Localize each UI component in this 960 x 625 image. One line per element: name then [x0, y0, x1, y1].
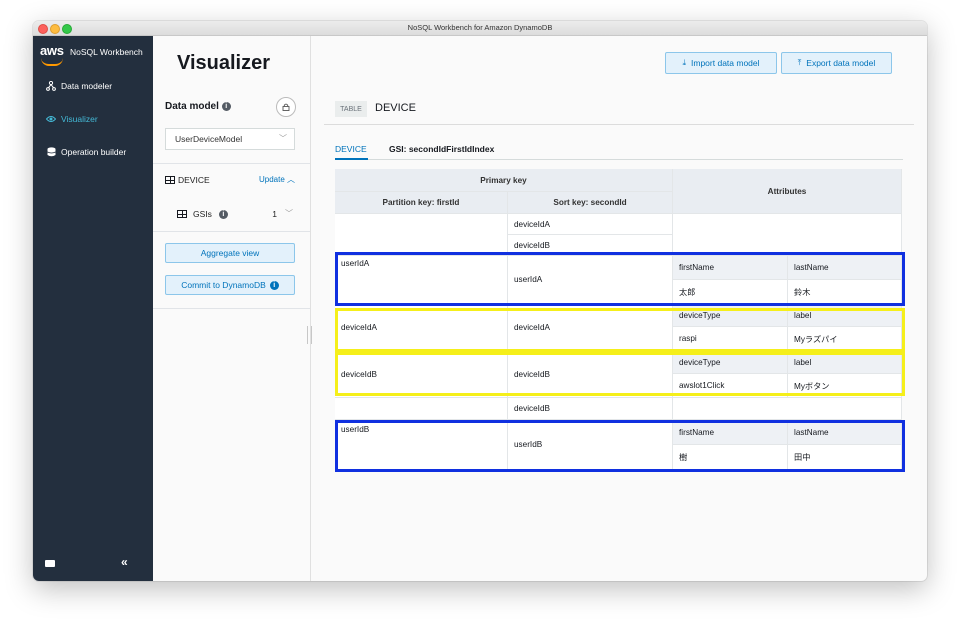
sort-cell: deviceIdB: [508, 351, 673, 398]
selected-model: UserDeviceModel: [175, 134, 243, 144]
sort-cell: deviceIdB: [508, 235, 673, 256]
export-label: Export data model: [806, 58, 876, 68]
nav-item-operation-builder[interactable]: Operation builder: [46, 147, 126, 157]
attribute-name: deviceType: [673, 351, 788, 374]
info-icon: i: [269, 280, 279, 290]
page-title: Visualizer: [177, 52, 271, 74]
data-model-heading: Data model i: [165, 101, 231, 112]
gsis-info-icon[interactable]: i: [218, 209, 228, 219]
attribute-value: 田中: [788, 445, 902, 470]
export-icon: ⤒: [797, 58, 802, 67]
partition-cell: userIdB: [335, 420, 508, 470]
gsis-count: 1: [272, 209, 277, 219]
attribute-name: lastName: [788, 256, 902, 280]
header-divider: [324, 124, 914, 125]
attribute-name: lastName: [788, 420, 902, 445]
import-data-model-button[interactable]: ⤓ Import data model: [665, 52, 777, 74]
attribute-value: raspi: [673, 327, 788, 351]
nav-item-data-modeler[interactable]: Data modeler: [46, 81, 112, 91]
attribute-value: 鈴木: [788, 280, 902, 304]
partition-cell: [335, 398, 508, 420]
aws-smile-icon: [41, 58, 63, 66]
data-model-label: Data model: [165, 101, 219, 112]
tab-gsi-secondidfirstidindex[interactable]: GSI: secondIdFirstIdIndex: [389, 144, 494, 154]
attributes-header: Attributes: [673, 169, 902, 214]
gsi-table-icon: [177, 210, 187, 218]
sort-cell: userIdA: [508, 256, 673, 304]
data-model-select[interactable]: UserDeviceModel ﹀: [165, 128, 295, 150]
table-item-device[interactable]: DEVICE Update ︿: [165, 173, 295, 187]
update-link[interactable]: Update ︿: [259, 174, 295, 185]
nav-label: Data modeler: [61, 81, 113, 91]
commit-to-dynamodb-button[interactable]: Commit to DynamoDB i: [165, 275, 295, 295]
nav-label: Operation builder: [61, 147, 127, 157]
active-tab-indicator: [335, 158, 368, 160]
attribute-value: Myボタン: [788, 374, 902, 398]
tab-device[interactable]: DEVICE: [335, 144, 367, 154]
panel-divider: [153, 163, 310, 164]
nav-label: Visualizer: [61, 114, 98, 124]
aggregate-label: Aggregate view: [200, 248, 260, 258]
attribute-value: 太郎: [673, 280, 788, 304]
sort-cell: deviceIdA: [508, 304, 673, 351]
attributes-cell: [673, 398, 902, 420]
attributes-cell: [673, 214, 902, 256]
sort-cell: deviceIdB: [508, 398, 673, 420]
sort-key-header: Sort key: secondId: [508, 192, 673, 214]
import-icon: ⤓: [682, 58, 687, 67]
aggregate-view-button[interactable]: Aggregate view: [165, 243, 295, 263]
chevron-down-icon: ﹀: [285, 209, 293, 218]
sort-cell: userIdB: [508, 420, 673, 470]
nav-item-visualizer[interactable]: Visualizer: [46, 114, 98, 124]
attribute-name: firstName: [673, 256, 788, 280]
info-icon[interactable]: i: [221, 101, 231, 111]
aws-logo: aws: [40, 43, 64, 58]
export-data-model-button[interactable]: ⤒ Export data model: [781, 52, 892, 74]
gsis-row[interactable]: GSIs i 1 ﹀: [177, 207, 295, 221]
database-icon: [46, 147, 56, 157]
attribute-name: label: [788, 304, 902, 327]
table-name: DEVICE: [178, 175, 210, 185]
tabs-baseline: [335, 159, 903, 160]
collapse-nav-icon[interactable]: «: [121, 555, 128, 569]
partition-key-header: Partition key: firstId: [335, 192, 508, 214]
window-title: NoSQL Workbench for Amazon DynamoDB: [407, 23, 553, 32]
eye-icon: [46, 114, 56, 124]
attribute-value: awslot1Click: [673, 374, 788, 398]
chevron-down-icon: ﹀: [279, 134, 287, 143]
panel-resize-handle[interactable]: [307, 326, 312, 344]
gsis-label: GSIs: [193, 209, 212, 219]
partition-cell: deviceIdB: [335, 351, 508, 398]
data-modeler-icon: [46, 81, 56, 91]
attribute-value: 樹: [673, 445, 788, 470]
table-icon: [165, 176, 175, 184]
primary-key-header: Primary key: [335, 169, 673, 192]
table-tag: TABLE: [335, 101, 367, 117]
attribute-value: Myラズパイ: [788, 327, 902, 351]
panel-divider: [153, 308, 310, 309]
lock-button[interactable]: [276, 97, 296, 117]
mail-icon[interactable]: [45, 560, 55, 567]
data-grid: Primary key Attributes Partition key: fi…: [335, 169, 905, 474]
partition-cell: userIdA: [335, 256, 508, 304]
table-title: DEVICE: [375, 102, 416, 114]
partition-cell: deviceIdA: [335, 304, 508, 351]
partition-cell: [335, 214, 508, 256]
attribute-name: label: [788, 351, 902, 374]
import-label: Import data model: [691, 58, 760, 68]
title-bar: NoSQL Workbench for Amazon DynamoDB: [33, 21, 927, 36]
brand-name: NoSQL Workbench: [70, 47, 143, 57]
panel-divider: [153, 231, 310, 232]
left-navigation: aws NoSQL Workbench Data modeler Visuali…: [33, 36, 153, 581]
lock-icon: [282, 103, 290, 111]
attribute-name: firstName: [673, 420, 788, 445]
attribute-name: deviceType: [673, 304, 788, 327]
commit-label: Commit to DynamoDB: [181, 280, 266, 290]
sort-cell: deviceIdA: [508, 214, 673, 235]
